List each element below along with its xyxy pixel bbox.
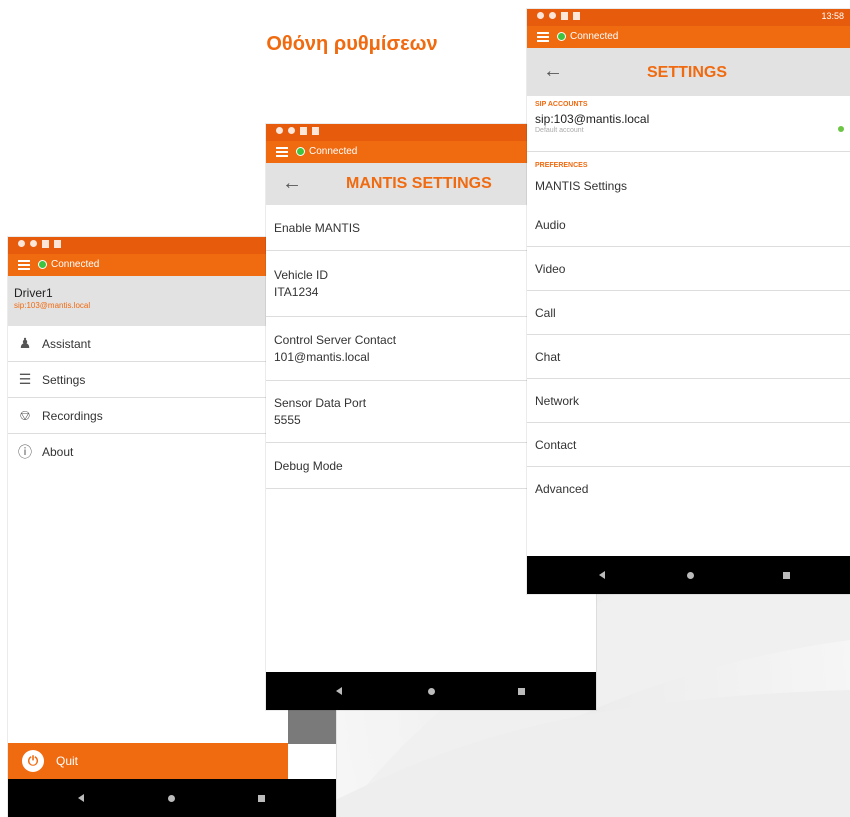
nav-home-icon[interactable] xyxy=(687,572,694,579)
info-icon: ⓘ xyxy=(18,444,32,460)
drawer-item-recordings[interactable]: ⎊ Recordings xyxy=(8,398,288,434)
scrim-shade xyxy=(288,704,336,744)
download-status-icon xyxy=(312,127,319,135)
status-icons xyxy=(276,127,319,135)
quit-button[interactable]: ⏻ Quit xyxy=(8,743,288,779)
nav-recents-icon[interactable] xyxy=(258,795,265,802)
connected-status-icon xyxy=(296,147,305,156)
pref-item-label: MANTIS Settings xyxy=(535,179,628,193)
quit-label: Quit xyxy=(56,754,79,768)
nav-home-icon[interactable] xyxy=(428,688,435,695)
status-icons xyxy=(537,12,580,20)
phone-settings-screen: 13:58 Connected ← SETTINGS SIP ACCOUNTS … xyxy=(527,9,850,594)
pref-item-advanced[interactable]: Advanced xyxy=(527,467,850,511)
assistant-icon: ♟ xyxy=(18,335,32,351)
pref-item-chat[interactable]: Chat xyxy=(527,335,850,379)
nav-recents-icon[interactable] xyxy=(783,572,790,579)
pref-item-call[interactable]: Call xyxy=(527,291,850,335)
navigation-drawer: Connected Driver1 sip:103@mantis.local ♟… xyxy=(8,237,288,817)
pref-item-label: Call xyxy=(535,305,556,320)
system-nav-bar xyxy=(8,779,336,817)
user-sip-address: sip:103@mantis.local xyxy=(14,301,91,310)
record-status-icon xyxy=(549,12,556,19)
system-nav-bar xyxy=(266,672,596,710)
status-icons xyxy=(18,240,61,248)
settings-status-icon xyxy=(537,12,544,19)
system-nav-bar xyxy=(527,556,850,594)
nav-back-icon[interactable] xyxy=(78,794,84,802)
status-time: 13:58 xyxy=(821,11,844,21)
drawer-item-about[interactable]: ⓘ About xyxy=(8,434,288,470)
pref-item-label: Video xyxy=(535,261,566,276)
drawer-item-assistant[interactable]: ♟ Assistant xyxy=(8,326,288,362)
sliders-icon: ☰ xyxy=(18,371,32,387)
connection-bar: Connected xyxy=(527,26,850,48)
user-name: Driver1 xyxy=(14,286,53,300)
nav-home-icon[interactable] xyxy=(168,795,175,802)
drawer-item-label: Recordings xyxy=(42,408,103,423)
drawer-item-label: Settings xyxy=(42,372,86,387)
pref-item-contact[interactable]: Contact xyxy=(527,423,850,467)
menu-icon[interactable] xyxy=(18,260,30,270)
settings-toolbar: ← SETTINGS xyxy=(527,48,850,96)
menu-icon[interactable] xyxy=(537,32,549,42)
sd-card-status-icon xyxy=(42,240,49,248)
connection-status: Connected xyxy=(51,259,100,270)
preferences-header: PREFERENCES xyxy=(535,162,588,169)
sd-card-status-icon xyxy=(300,127,307,135)
drawer-item-label: Assistant xyxy=(42,336,91,351)
microphone-icon: ⎊ xyxy=(19,407,31,423)
account-online-indicator xyxy=(838,126,844,132)
status-bar: 13:58 xyxy=(527,9,850,26)
drawer-item-settings[interactable]: ☰ Settings xyxy=(8,362,288,398)
settings-status-icon xyxy=(276,127,283,134)
nav-back-icon[interactable] xyxy=(599,571,605,579)
sip-account-row[interactable]: sip:103@mantis.local Default account xyxy=(527,108,850,152)
record-status-icon xyxy=(288,127,295,134)
sip-account-subtitle: Default account xyxy=(535,127,584,134)
pref-item-label: Contact xyxy=(535,437,577,452)
nav-back-icon[interactable] xyxy=(336,687,342,695)
connected-status-icon xyxy=(38,260,47,269)
back-arrow-icon[interactable]: ← xyxy=(543,60,563,83)
download-status-icon xyxy=(573,12,580,20)
back-arrow-icon[interactable]: ← xyxy=(282,172,302,195)
connection-bar: Connected xyxy=(8,254,288,276)
pref-item-label: Audio xyxy=(535,217,566,232)
sd-card-status-icon xyxy=(561,12,568,20)
record-status-icon xyxy=(30,240,37,247)
connection-status: Connected xyxy=(309,146,358,157)
screen-title: MANTIS SETTINGS xyxy=(346,175,492,192)
pref-item-label: Chat xyxy=(535,349,561,364)
connected-status-icon xyxy=(557,32,566,41)
status-bar xyxy=(8,237,288,254)
sip-account-address: sip:103@mantis.local xyxy=(535,112,650,126)
power-icon: ⏻ xyxy=(22,750,44,772)
pref-item-video[interactable]: Video xyxy=(527,247,850,291)
drawer-header: Driver1 sip:103@mantis.local xyxy=(8,276,288,326)
pref-item-label: Network xyxy=(535,393,580,408)
settings-status-icon xyxy=(18,240,25,247)
pref-item-label: Advanced xyxy=(535,482,589,496)
pref-item-mantis-settings[interactable]: MANTIS Settings xyxy=(527,169,850,203)
page-title: Οθόνη ρυθμίσεων xyxy=(266,33,438,55)
pref-item-audio[interactable]: Audio xyxy=(527,203,850,247)
pref-item-network[interactable]: Network xyxy=(527,379,850,423)
download-status-icon xyxy=(54,240,61,248)
menu-icon[interactable] xyxy=(276,147,288,157)
sip-accounts-header: SIP ACCOUNTS xyxy=(535,101,588,108)
nav-recents-icon[interactable] xyxy=(518,688,525,695)
connection-status: Connected xyxy=(570,31,619,42)
drawer-item-label: About xyxy=(42,445,74,459)
screen-title: SETTINGS xyxy=(647,64,728,81)
